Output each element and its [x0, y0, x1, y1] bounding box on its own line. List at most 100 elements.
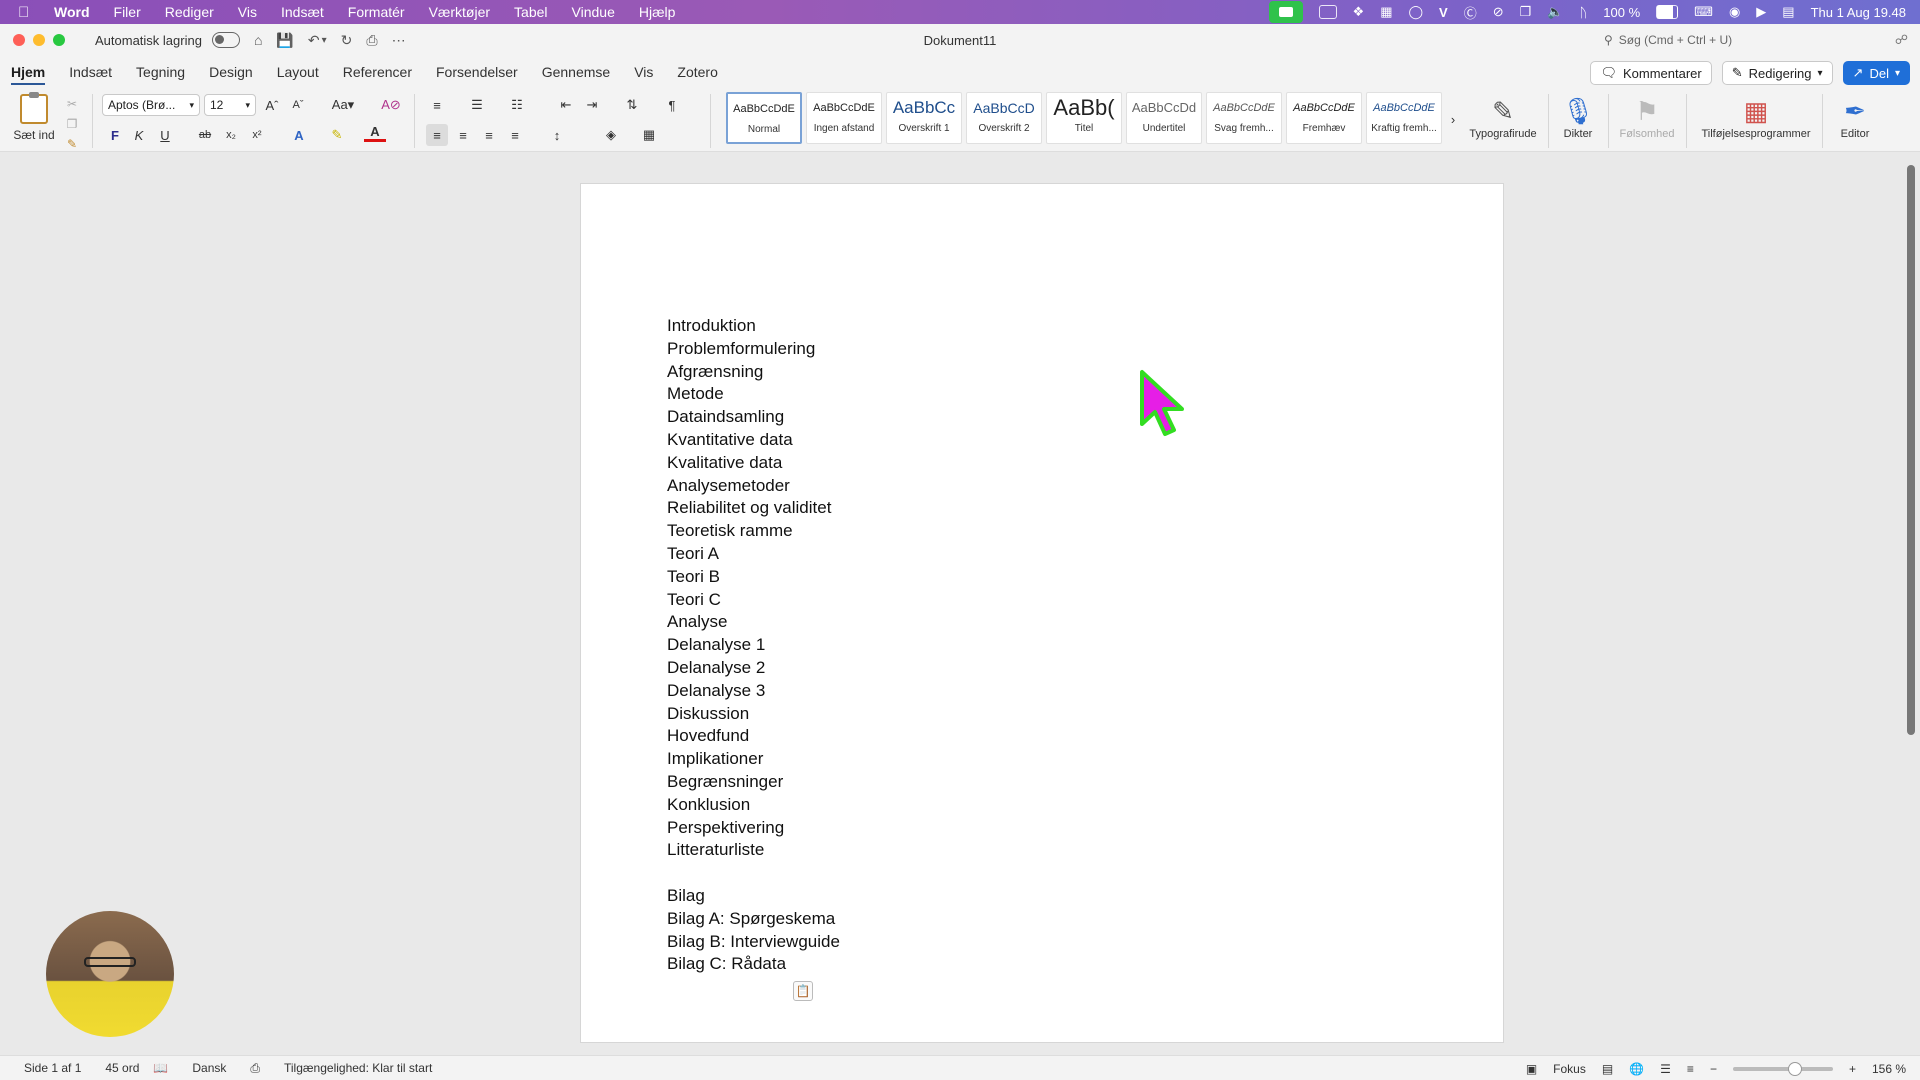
bullets-icon[interactable]: ≡ — [426, 94, 448, 116]
save-icon[interactable]: 💾 — [276, 32, 293, 49]
apple-icon[interactable]:  — [18, 4, 40, 21]
subscript-icon[interactable]: x₂ — [220, 124, 242, 146]
font-color-icon[interactable]: A — [364, 124, 386, 142]
zoom-out-icon[interactable]: − — [1710, 1062, 1717, 1076]
document-body[interactable]: Introduktion Problemformulering Afgrænsn… — [667, 315, 840, 976]
dropbox-icon[interactable]: ❖ — [1353, 4, 1365, 20]
home-icon[interactable]: ⌂ — [254, 32, 262, 48]
share-button[interactable]: ↗ Del ▾ — [1842, 61, 1910, 85]
text-predictions-icon[interactable]: ⎙ — [250, 1061, 260, 1076]
zoom-slider[interactable] — [1732, 1061, 1833, 1076]
wifi-icon[interactable]: ◉ — [1729, 4, 1740, 20]
vertical-scrollbar[interactable] — [1907, 165, 1915, 735]
shrink-font-icon[interactable]: Aˇ — [287, 94, 309, 116]
undo-icon[interactable]: ↶ — [308, 32, 320, 49]
menu-tabel[interactable]: Tabel — [514, 4, 547, 20]
addins-button[interactable]: ▦ Tilføjelsesprogrammer — [1696, 94, 1816, 141]
menu-vindue[interactable]: Vindue — [572, 4, 615, 20]
volume-icon[interactable]: 🔈 — [1547, 4, 1563, 20]
clear-formatting-icon[interactable]: A⊘ — [380, 94, 402, 116]
chevron-down-icon[interactable]: ▾ — [322, 35, 327, 46]
bluetooth-icon[interactable]: ᚢ — [1579, 5, 1587, 20]
redo-icon[interactable]: ↻ — [341, 32, 353, 49]
shading-icon[interactable]: ◈ — [600, 124, 622, 146]
italic-icon[interactable]: K — [128, 124, 150, 146]
menu-app-name[interactable]: Word — [54, 4, 90, 20]
zoom-slider-thumb[interactable] — [1787, 1061, 1802, 1076]
fullscreen-window-button[interactable] — [53, 34, 65, 46]
zoom-level[interactable]: 156 % — [1872, 1062, 1906, 1076]
underline-icon[interactable]: U — [154, 124, 176, 146]
search-field[interactable]: ⚲ Søg (Cmd + Ctrl + U) — [1600, 29, 1880, 51]
style-intense-emphasis[interactable]: AaBbCcDdE Kraftig fremh... — [1366, 92, 1442, 144]
grow-font-icon[interactable]: Aˆ — [261, 94, 283, 116]
menu-vis[interactable]: Vis — [238, 4, 257, 20]
style-subtle-emphasis[interactable]: AaBbCcDdE Svag fremh... — [1206, 92, 1282, 144]
page-count[interactable]: Side 1 af 1 — [24, 1061, 81, 1075]
numbering-icon[interactable]: ☰ — [466, 94, 488, 116]
grid-icon[interactable]: ▦ — [1380, 4, 1392, 20]
print-icon[interactable]: ⎙ — [366, 32, 377, 49]
tab-gennemse[interactable]: Gennemse — [542, 64, 610, 80]
proofing-icon[interactable]: 📖 — [153, 1061, 168, 1075]
zoom-in-icon[interactable]: + — [1849, 1062, 1856, 1076]
close-window-button[interactable] — [13, 34, 25, 46]
editor-button[interactable]: ✒ Editor — [1830, 94, 1880, 141]
tab-design[interactable]: Design — [209, 64, 253, 80]
tab-tegning[interactable]: Tegning — [136, 64, 185, 80]
strikethrough-icon[interactable]: ab — [194, 124, 216, 146]
tab-zotero[interactable]: Zotero — [677, 64, 717, 80]
more-icon[interactable]: ⋯ — [392, 32, 406, 49]
focus-label[interactable]: Fokus — [1553, 1062, 1586, 1076]
menu-rediger[interactable]: Rediger — [165, 4, 214, 20]
video-camera-icon[interactable] — [1268, 1, 1303, 23]
scissors-icon[interactable]: ✂ — [62, 94, 82, 114]
keyboard-icon[interactable]: ⌨ — [1694, 4, 1713, 20]
align-center-icon[interactable]: ≡ — [452, 124, 474, 146]
copy-icon[interactable]: ❐ — [62, 114, 82, 134]
print-layout-icon[interactable]: ▤ — [1602, 1062, 1613, 1076]
align-left-icon[interactable]: ≡ — [426, 124, 448, 146]
editing-mode-button[interactable]: ✎ Redigering ▾ — [1721, 61, 1833, 85]
screen-record-icon[interactable] — [1318, 5, 1337, 19]
line-spacing-icon[interactable]: ↕ — [546, 124, 568, 146]
battery-percent[interactable]: 100 % — [1603, 5, 1640, 20]
minimize-window-button[interactable] — [33, 34, 45, 46]
format-painter-icon[interactable]: ✎ — [62, 134, 82, 154]
outline-view-icon[interactable]: ☰ — [1660, 1062, 1671, 1076]
tab-indsaet[interactable]: Indsæt — [69, 64, 112, 80]
sensitivity-button[interactable]: ⚑ Følsomhed — [1616, 94, 1678, 141]
menu-hjaelp[interactable]: Hjælp — [639, 4, 676, 20]
multilevel-list-icon[interactable]: ☷ — [506, 94, 528, 116]
word-count[interactable]: 45 ord — [105, 1061, 139, 1075]
style-heading-1[interactable]: AaBbCc Overskrift 1 — [886, 92, 962, 144]
pilcrow-icon[interactable]: ¶ — [661, 94, 683, 116]
bold-icon[interactable]: F — [104, 124, 126, 146]
chevron-right-icon[interactable]: › — [1442, 108, 1464, 130]
play-icon[interactable]: ▶ — [1756, 4, 1766, 20]
style-no-spacing[interactable]: AaBbCcDdE Ingen afstand — [806, 92, 882, 144]
font-size-select[interactable]: 12 ▾ — [204, 94, 256, 116]
menubar-clock[interactable]: Thu 1 Aug 19.48 — [1811, 5, 1906, 20]
increase-indent-icon[interactable]: ⇥ — [581, 94, 603, 116]
collaborate-icon[interactable]: ☍ — [1895, 32, 1908, 48]
styles-pane-button[interactable]: ✎ Typografirude — [1466, 94, 1540, 141]
tab-forsendelser[interactable]: Forsendelser — [436, 64, 518, 80]
compass-icon[interactable]: ⊘ — [1493, 4, 1504, 20]
change-case-icon[interactable]: Aa▾ — [326, 94, 360, 116]
style-normal[interactable]: AaBbCcDdE Normal — [726, 92, 802, 144]
highlight-icon[interactable]: ✎ — [326, 124, 348, 146]
sort-icon[interactable]: ⇅ — [621, 94, 643, 116]
paste-button[interactable]: Sæt ind — [12, 92, 56, 142]
menu-vaerktojer[interactable]: Værktøjer — [429, 4, 490, 20]
tab-referencer[interactable]: Referencer — [343, 64, 412, 80]
menu-indsaet[interactable]: Indsæt — [281, 4, 324, 20]
tab-vis[interactable]: Vis — [634, 64, 653, 80]
style-heading-2[interactable]: AaBbCcD Overskrift 2 — [966, 92, 1042, 144]
glasses-icon[interactable]: ◯ — [1408, 4, 1423, 20]
style-subtitle[interactable]: AaBbCcDd Undertitel — [1126, 92, 1202, 144]
menu-formater[interactable]: Formatér — [348, 4, 405, 20]
grammarly-icon[interactable]: Ⓒ — [1464, 3, 1477, 22]
web-layout-icon[interactable]: 🌐 — [1629, 1062, 1644, 1076]
language-label[interactable]: Dansk — [192, 1061, 226, 1075]
